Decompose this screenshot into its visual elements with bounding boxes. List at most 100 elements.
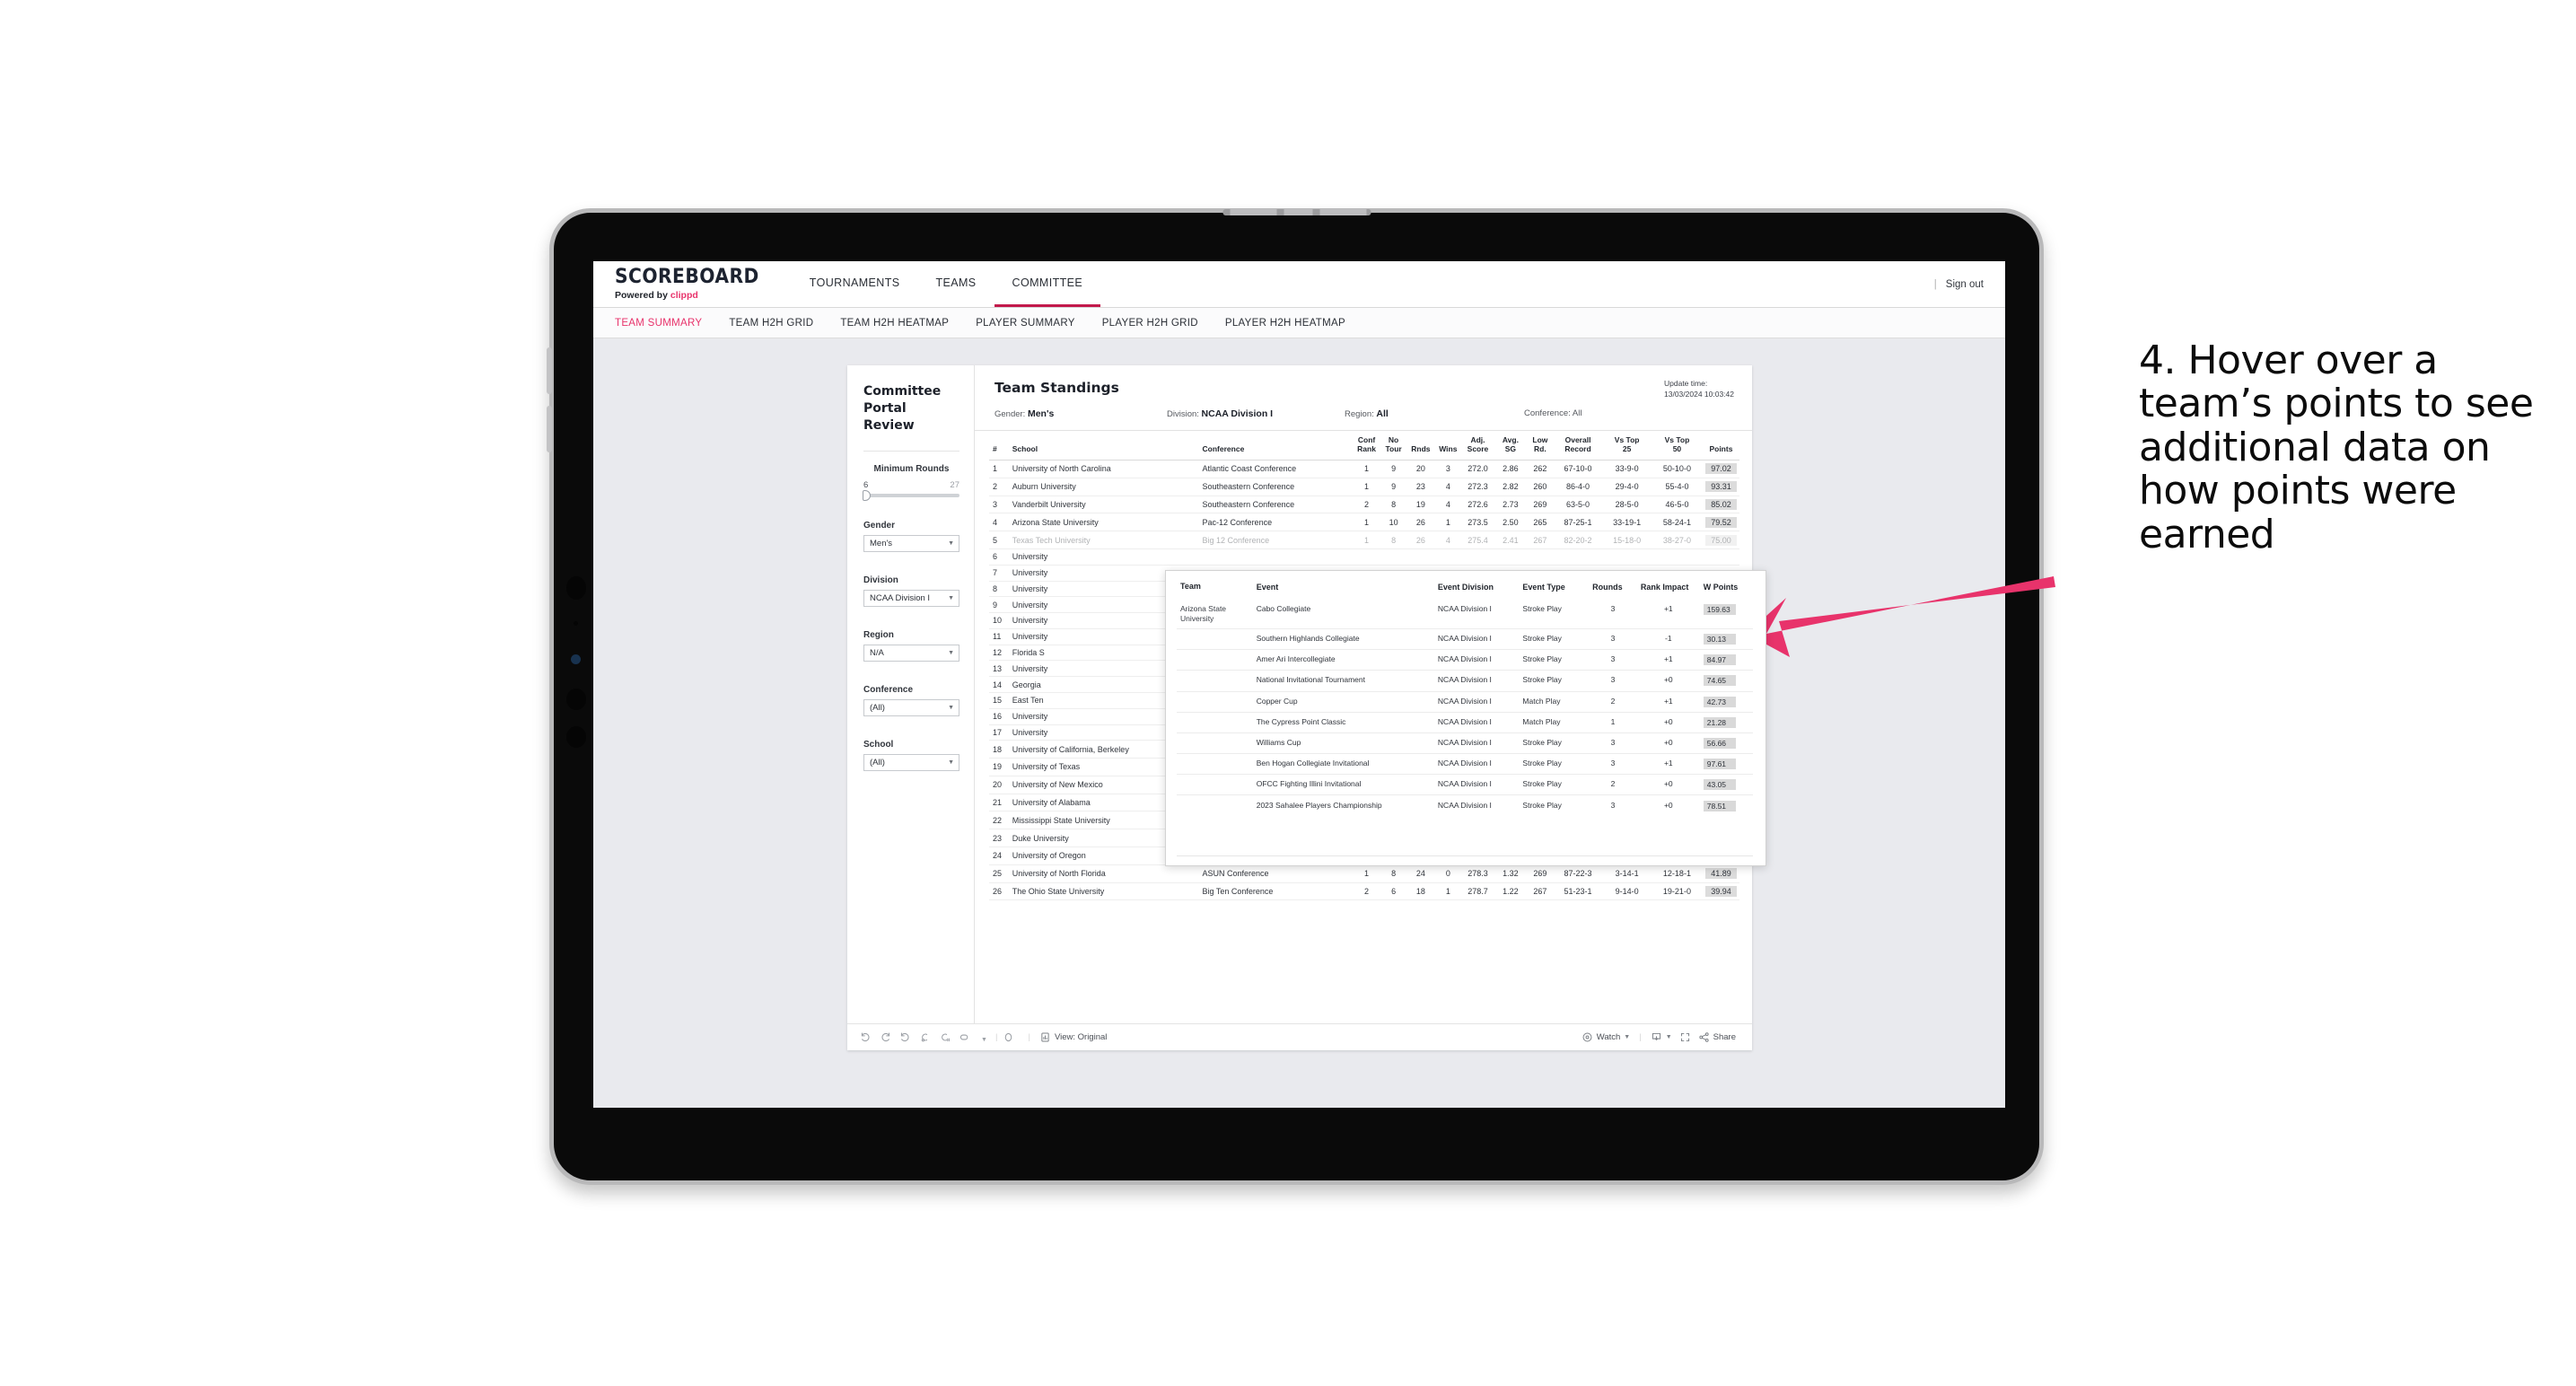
col-wins[interactable]: Wins bbox=[1434, 431, 1462, 461]
tooltip-cell-rounds: 3 bbox=[1589, 649, 1637, 671]
cell-points[interactable]: 39.94 bbox=[1702, 882, 1739, 901]
nav-item-tournaments[interactable]: TOURNAMENTS bbox=[792, 261, 918, 307]
tab-team-summary[interactable]: TEAM SUMMARY bbox=[615, 318, 702, 329]
filter-gender-select[interactable]: Men's ▼ bbox=[863, 534, 959, 552]
revert-icon[interactable] bbox=[899, 1031, 919, 1043]
filter-region-value: N/A bbox=[870, 647, 884, 658]
view-original-button[interactable]: View: Original bbox=[1036, 1031, 1110, 1043]
pan-dropdown-icon[interactable]: ▼ bbox=[978, 1031, 990, 1044]
table-row[interactable]: 26 The Ohio State University Big Ten Confe… bbox=[989, 882, 1739, 901]
redo-icon[interactable] bbox=[880, 1031, 899, 1043]
filter-school-select[interactable]: (All) ▼ bbox=[863, 753, 959, 771]
tooltip-cell-team bbox=[1177, 711, 1253, 733]
undo-icon[interactable] bbox=[860, 1031, 880, 1043]
tab-team-h2h-grid[interactable]: TEAM H2H GRID bbox=[729, 318, 813, 329]
cell-rank: 26 bbox=[989, 882, 1010, 901]
cell-rnds: 24 bbox=[1406, 864, 1435, 883]
tooltip-cell-rounds: 3 bbox=[1589, 753, 1637, 775]
watch-button[interactable]: Watch ▼ bbox=[1578, 1031, 1634, 1043]
slider-thumb[interactable] bbox=[863, 489, 871, 501]
tab-team-h2h-heatmap[interactable]: TEAM H2H HEATMAP bbox=[840, 318, 949, 329]
table-row[interactable]: 25 University of North Florida ASUN Confer… bbox=[989, 864, 1739, 883]
cell-no-tour: 8 bbox=[1380, 864, 1407, 883]
nav-item-committee[interactable]: COMMITTEE bbox=[994, 261, 1101, 307]
cell-vs-top-50: 19-21-0 bbox=[1651, 882, 1703, 901]
col-adj-score[interactable]: Adj. Score bbox=[1461, 431, 1494, 461]
cell-no-tour: 6 bbox=[1380, 882, 1407, 901]
col-rank[interactable]: # bbox=[989, 431, 1010, 461]
tab-player-h2h-grid[interactable]: PLAYER H2H GRID bbox=[1102, 318, 1198, 329]
tooltip-cell-team bbox=[1177, 732, 1253, 754]
tooltip-row: The Cypress Point Classic NCAA Division I… bbox=[1177, 711, 1753, 733]
fullscreen-button[interactable] bbox=[1676, 1031, 1695, 1043]
col-no-tour[interactable]: No Tour bbox=[1380, 431, 1407, 461]
w-points-value: 43.05 bbox=[1703, 779, 1736, 791]
col-conf-rank[interactable]: Conf Rank bbox=[1353, 431, 1380, 461]
col-avg-sg[interactable]: Avg. SG bbox=[1494, 431, 1528, 461]
nav-item-teams[interactable]: TEAMS bbox=[917, 261, 994, 307]
volume-up-button[interactable] bbox=[547, 347, 552, 394]
filter-region-select[interactable]: N/A ▼ bbox=[863, 644, 959, 662]
pause-icon[interactable] bbox=[939, 1031, 959, 1043]
col-low-rd[interactable]: Low Rd. bbox=[1527, 431, 1554, 461]
cell-points[interactable]: 93.31 bbox=[1702, 478, 1739, 496]
download-button[interactable]: ▼ bbox=[1647, 1031, 1676, 1043]
cell-vs-top-25: 33-9-0 bbox=[1602, 460, 1652, 478]
cell-points[interactable]: 85.02 bbox=[1702, 496, 1739, 514]
brand-logo[interactable]: SCOREBOARD Powered by clippd bbox=[593, 261, 792, 307]
filter-conference-select[interactable]: (All) ▼ bbox=[863, 698, 959, 716]
tooltip-cell-type: Stroke Play bbox=[1519, 794, 1590, 816]
filter-division-select[interactable]: NCAA Division I ▼ bbox=[863, 589, 959, 607]
cell-no-tour: 10 bbox=[1380, 513, 1407, 532]
table-row[interactable]: 5 Texas Tech University Big 12 Conference 1… bbox=[989, 531, 1739, 549]
cell-adj-score: 272.3 bbox=[1461, 478, 1494, 496]
filter-pane: Committee Portal Review Minimum Rounds 6… bbox=[847, 365, 975, 1023]
slider-min-value: 6 bbox=[863, 479, 869, 490]
cell-rank: 25 bbox=[989, 864, 1010, 883]
cell-points[interactable]: 79.52 bbox=[1702, 513, 1739, 532]
pan-icon[interactable] bbox=[959, 1031, 978, 1043]
w-points-value: 97.61 bbox=[1703, 759, 1736, 770]
sign-out-link[interactable]: Sign out bbox=[1946, 279, 1984, 290]
chevron-down-icon: ▼ bbox=[948, 594, 954, 601]
tooltip-cell-event: Cabo Collegiate bbox=[1256, 603, 1311, 613]
chevron-down-icon: ▼ bbox=[1665, 1034, 1672, 1040]
col-vs-top-50[interactable]: Vs Top 50 bbox=[1651, 431, 1703, 461]
cell-wins: 3 bbox=[1434, 460, 1462, 478]
cell-points[interactable]: 97.02 bbox=[1702, 460, 1739, 478]
standings-title: Team Standings bbox=[994, 380, 1119, 396]
cell-points[interactable]: 41.89 bbox=[1702, 864, 1739, 883]
tooltip-cell-rank-impact: +1 bbox=[1663, 603, 1673, 613]
col-overall-record[interactable]: Overall Record bbox=[1553, 431, 1603, 461]
volume-down-button[interactable] bbox=[547, 406, 552, 452]
table-row[interactable]: 1 University of North Carolina Atlantic Co… bbox=[989, 460, 1739, 478]
filter-divider bbox=[863, 450, 959, 452]
cell-points[interactable]: 75.00 bbox=[1702, 531, 1739, 549]
filter-region: Region N/A ▼ bbox=[863, 630, 959, 662]
table-row[interactable]: 6 University bbox=[989, 548, 1739, 566]
tab-player-summary[interactable]: PLAYER SUMMARY bbox=[976, 318, 1075, 329]
col-vs-top-25[interactable]: Vs Top 25 bbox=[1602, 431, 1652, 461]
tooltip-cell-type: Stroke Play bbox=[1519, 774, 1590, 795]
table-row[interactable]: 4 Arizona State University Pac-12 Conferen… bbox=[989, 513, 1739, 532]
table-row[interactable]: 3 Vanderbilt University Southeastern Confe… bbox=[989, 496, 1739, 514]
col-conference[interactable]: Conference bbox=[1199, 431, 1354, 461]
meta-region-label: Region: bbox=[1345, 409, 1374, 419]
table-row[interactable]: 2 Auburn University Southeastern Conferenc… bbox=[989, 478, 1739, 496]
share-button[interactable]: Share bbox=[1695, 1031, 1739, 1043]
filter-gender-label: Gender bbox=[863, 520, 896, 531]
tooltip-row: Arizona State University Cabo Collegiate NC… bbox=[1177, 600, 1753, 629]
cell-vs-top-50: 46-5-0 bbox=[1651, 496, 1703, 514]
tooltip-row: 2023 Sahalee Players Championship NCAA Di… bbox=[1177, 794, 1753, 816]
col-rnds[interactable]: Rnds bbox=[1406, 431, 1435, 461]
highlight-icon[interactable] bbox=[1003, 1031, 1022, 1043]
minimum-rounds-slider[interactable] bbox=[863, 489, 959, 501]
update-time-label: Update time: bbox=[1664, 379, 1708, 388]
tab-player-h2h-heatmap[interactable]: PLAYER H2H HEATMAP bbox=[1225, 318, 1345, 329]
toolbar-divider-3: | bbox=[1639, 1032, 1642, 1042]
col-points[interactable]: Points bbox=[1702, 431, 1739, 461]
indicator-led bbox=[571, 654, 581, 664]
meta-gender: Gender: Men's bbox=[994, 408, 1167, 419]
refresh-icon[interactable] bbox=[919, 1031, 939, 1043]
col-school[interactable]: School bbox=[1009, 431, 1200, 461]
